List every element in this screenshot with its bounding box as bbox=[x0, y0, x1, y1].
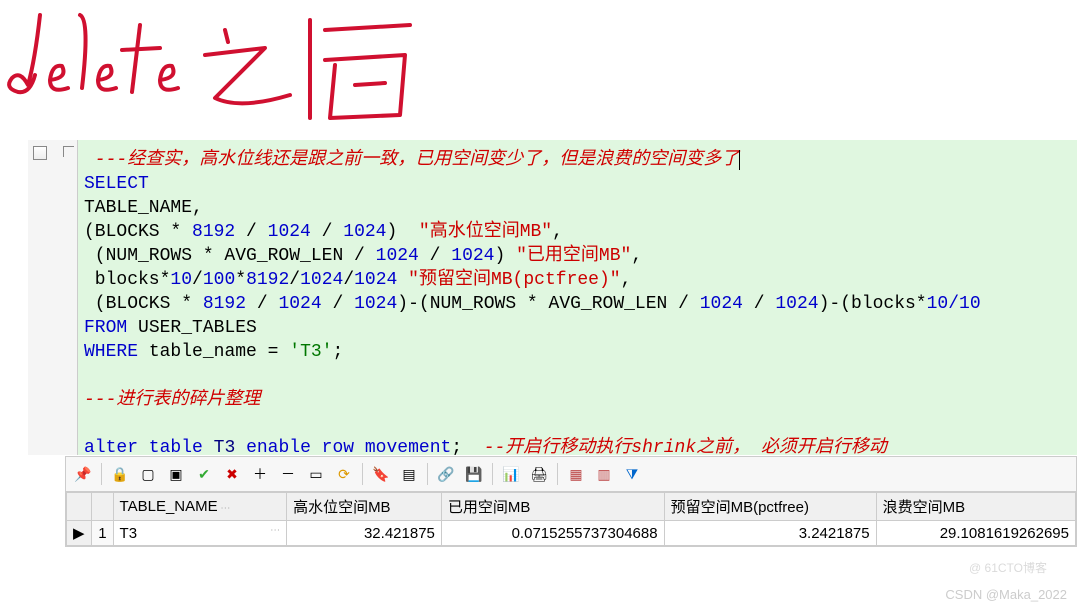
refresh-button[interactable]: ⟳ bbox=[331, 461, 357, 487]
commit-button[interactable]: ✔ bbox=[191, 461, 217, 487]
chart-button[interactable]: ▥ bbox=[591, 461, 617, 487]
export-button[interactable]: 📊 bbox=[498, 461, 524, 487]
sql-comment: --开启行移动执行shrink之前， 必须开启行移动 bbox=[484, 438, 887, 455]
expr-table-name: TABLE_NAME, bbox=[84, 198, 203, 218]
keyword-from: FROM bbox=[84, 318, 127, 338]
cell-table-name[interactable]: T3 ⋯ bbox=[113, 521, 287, 546]
save-button[interactable]: 💾 bbox=[461, 461, 487, 487]
row-number: 1 bbox=[91, 521, 113, 546]
col-highwater[interactable]: 高水位空间MB bbox=[287, 493, 442, 521]
pin-button[interactable]: 📌 bbox=[70, 461, 96, 487]
grid-header-row: TABLE_NAME ⋯ 高水位空间MB 已用空间MB 预留空间MB(pctfr… bbox=[67, 493, 1076, 521]
results-toolbar: 📌 🔒 ▢ ▣ ✔ ✖ ＋ － ▭ ⟳ 🔖 ▤ 🔗 💾 📊 🖨 ▦ ▥ ⧩ bbox=[65, 456, 1077, 492]
single-record-button[interactable]: ▤ bbox=[396, 461, 422, 487]
lock-button[interactable]: 🔒 bbox=[107, 461, 133, 487]
cell-reserved[interactable]: 3.2421875 bbox=[664, 521, 876, 546]
col-wasted[interactable]: 浪费空间MB bbox=[876, 493, 1075, 521]
row-number-header bbox=[91, 493, 113, 521]
handwriting-annotation bbox=[0, 0, 450, 140]
print-button[interactable]: 🖨 bbox=[526, 461, 552, 487]
sql-comment: ---经查实，高水位线还是跟之前一致，已用空间变少了，但是浪费的空间变多了 bbox=[84, 150, 739, 170]
delete-row-button[interactable]: － bbox=[275, 461, 301, 487]
col-table-name[interactable]: TABLE_NAME ⋯ bbox=[113, 493, 287, 521]
filter-button[interactable]: ⧩ bbox=[619, 461, 645, 487]
grid-view-button[interactable]: ▦ bbox=[563, 461, 589, 487]
copy-row-button[interactable]: ▭ bbox=[303, 461, 329, 487]
col-used[interactable]: 已用空间MB bbox=[441, 493, 664, 521]
current-row-marker: ▶ bbox=[67, 521, 92, 546]
link-button[interactable]: 🔗 bbox=[433, 461, 459, 487]
fetch-button[interactable]: ▢ bbox=[135, 461, 161, 487]
sql-editor[interactable]: ---经查实，高水位线还是跟之前一致，已用空间变少了，但是浪费的空间变多了 SE… bbox=[28, 140, 1077, 455]
cell-wasted[interactable]: 29.1081619262695 bbox=[876, 521, 1075, 546]
grid-data-row[interactable]: ▶ 1 T3 ⋯ 32.421875 0.0715255737304688 3.… bbox=[67, 521, 1076, 546]
add-row-button[interactable]: ＋ bbox=[247, 461, 273, 487]
fetch-all-button[interactable]: ▣ bbox=[163, 461, 189, 487]
csdn-watermark: CSDN @Maka_2022 bbox=[945, 587, 1067, 602]
bookmark-button[interactable]: 🔖 bbox=[368, 461, 394, 487]
row-marker-header bbox=[67, 493, 92, 521]
results-panel: 📌 🔒 ▢ ▣ ✔ ✖ ＋ － ▭ ⟳ 🔖 ▤ 🔗 💾 📊 🖨 ▦ ▥ ⧩ TA… bbox=[65, 456, 1077, 547]
sql-code-area[interactable]: ---经查实，高水位线还是跟之前一致，已用空间变少了，但是浪费的空间变多了 SE… bbox=[78, 140, 1077, 455]
keyword-alter: alter table bbox=[84, 438, 203, 455]
editor-gutter bbox=[28, 140, 78, 455]
cell-highwater[interactable]: 32.421875 bbox=[287, 521, 442, 546]
keyword-select: SELECT bbox=[84, 174, 149, 194]
blog-watermark: @ 61CTO博客 bbox=[969, 559, 1047, 576]
keyword-where: WHERE bbox=[84, 342, 138, 362]
rollback-button[interactable]: ✖ bbox=[219, 461, 245, 487]
sql-comment: ---进行表的碎片整理 bbox=[84, 390, 260, 410]
col-reserved[interactable]: 预留空间MB(pctfree) bbox=[664, 493, 876, 521]
cell-used[interactable]: 0.0715255737304688 bbox=[441, 521, 664, 546]
results-grid[interactable]: TABLE_NAME ⋯ 高水位空间MB 已用空间MB 预留空间MB(pctfr… bbox=[65, 492, 1077, 547]
